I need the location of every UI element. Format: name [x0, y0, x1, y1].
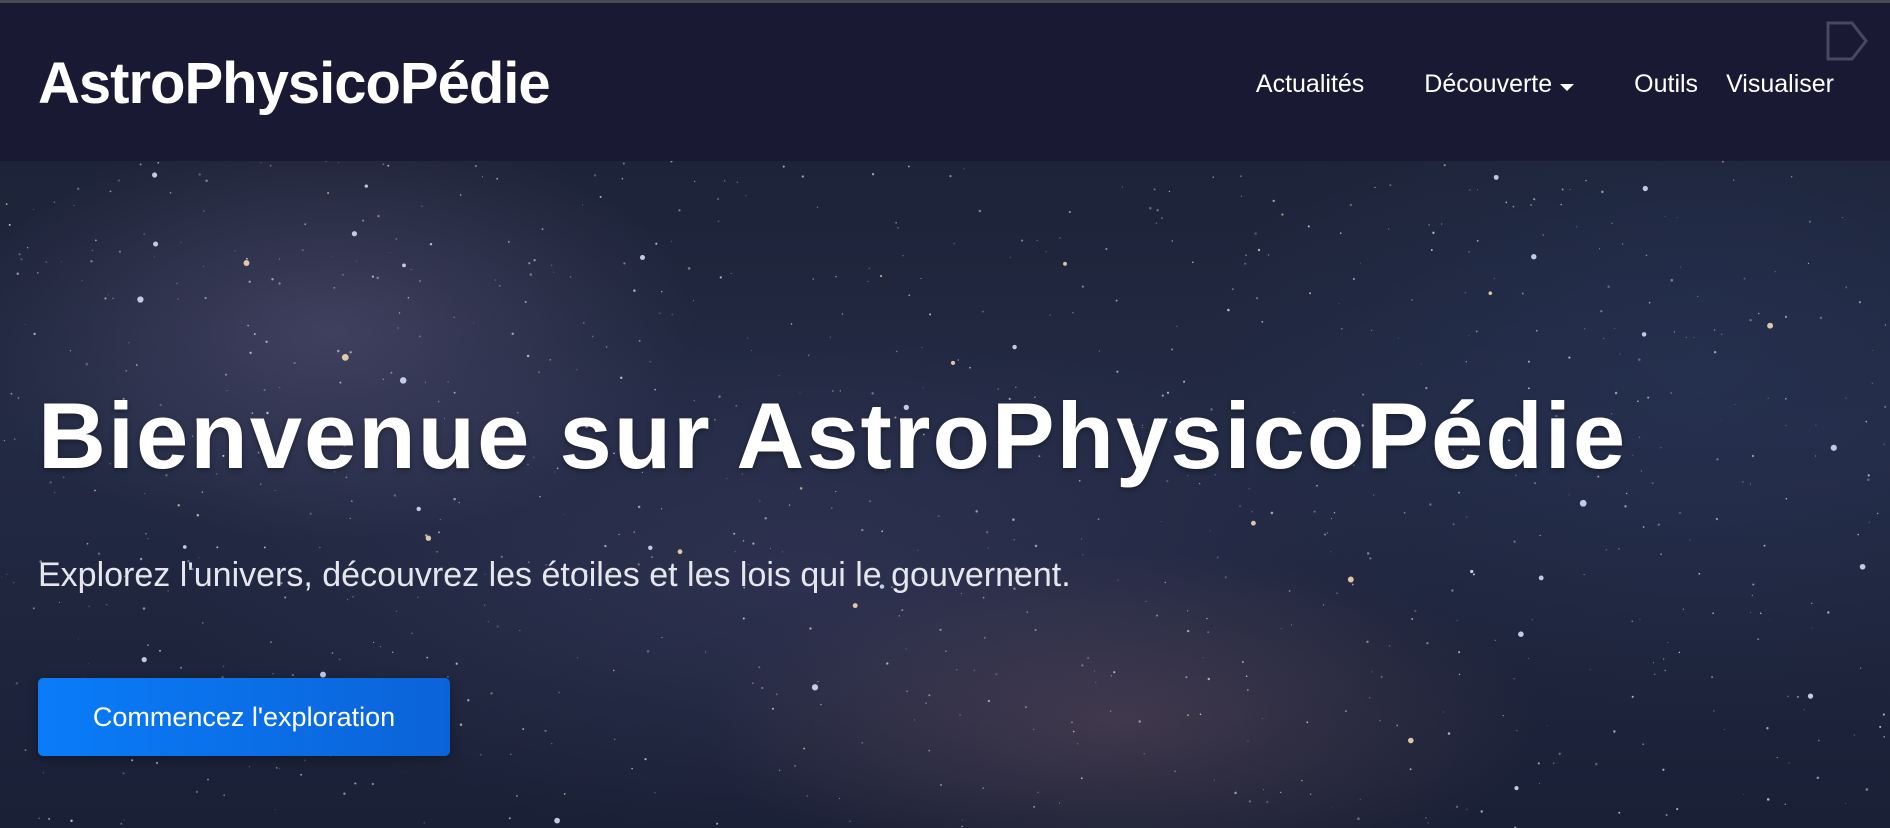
exit-icon[interactable]: [1822, 19, 1870, 63]
hero-subtitle: Explorez l'univers, découvrez les étoile…: [38, 556, 1071, 594]
caret-down-icon: [1560, 83, 1575, 91]
nav-item-actualites[interactable]: Actualités: [1256, 67, 1364, 101]
hero-section: Bienvenue sur AstroPhysicoPédie Explorez…: [0, 161, 1890, 828]
nav-item-label: Visualiser: [1726, 70, 1834, 98]
start-exploration-button[interactable]: Commencez l'exploration: [38, 678, 450, 756]
nav-item-outils[interactable]: Outils: [1634, 67, 1698, 101]
nav-item-label: Actualités: [1255, 70, 1365, 98]
hero-title: Bienvenue sur AstroPhysicoPédie: [38, 383, 1628, 488]
page: AstroPhysicoPédie Actualités Découverte …: [0, 0, 1890, 828]
nav-item-decouverte-dropdown[interactable]: Découverte: [1424, 67, 1575, 101]
nav-item-visualiser[interactable]: Visualiser: [1726, 67, 1834, 101]
nav-links: Actualités Découverte Outils Visualiser: [1256, 67, 1834, 101]
nav-item-label: Outils: [1634, 70, 1699, 98]
navbar: AstroPhysicoPédie Actualités Découverte …: [0, 3, 1890, 161]
nav-item-label: Découverte: [1424, 70, 1553, 98]
brand-logo-link[interactable]: AstroPhysicoPédie: [38, 51, 551, 117]
